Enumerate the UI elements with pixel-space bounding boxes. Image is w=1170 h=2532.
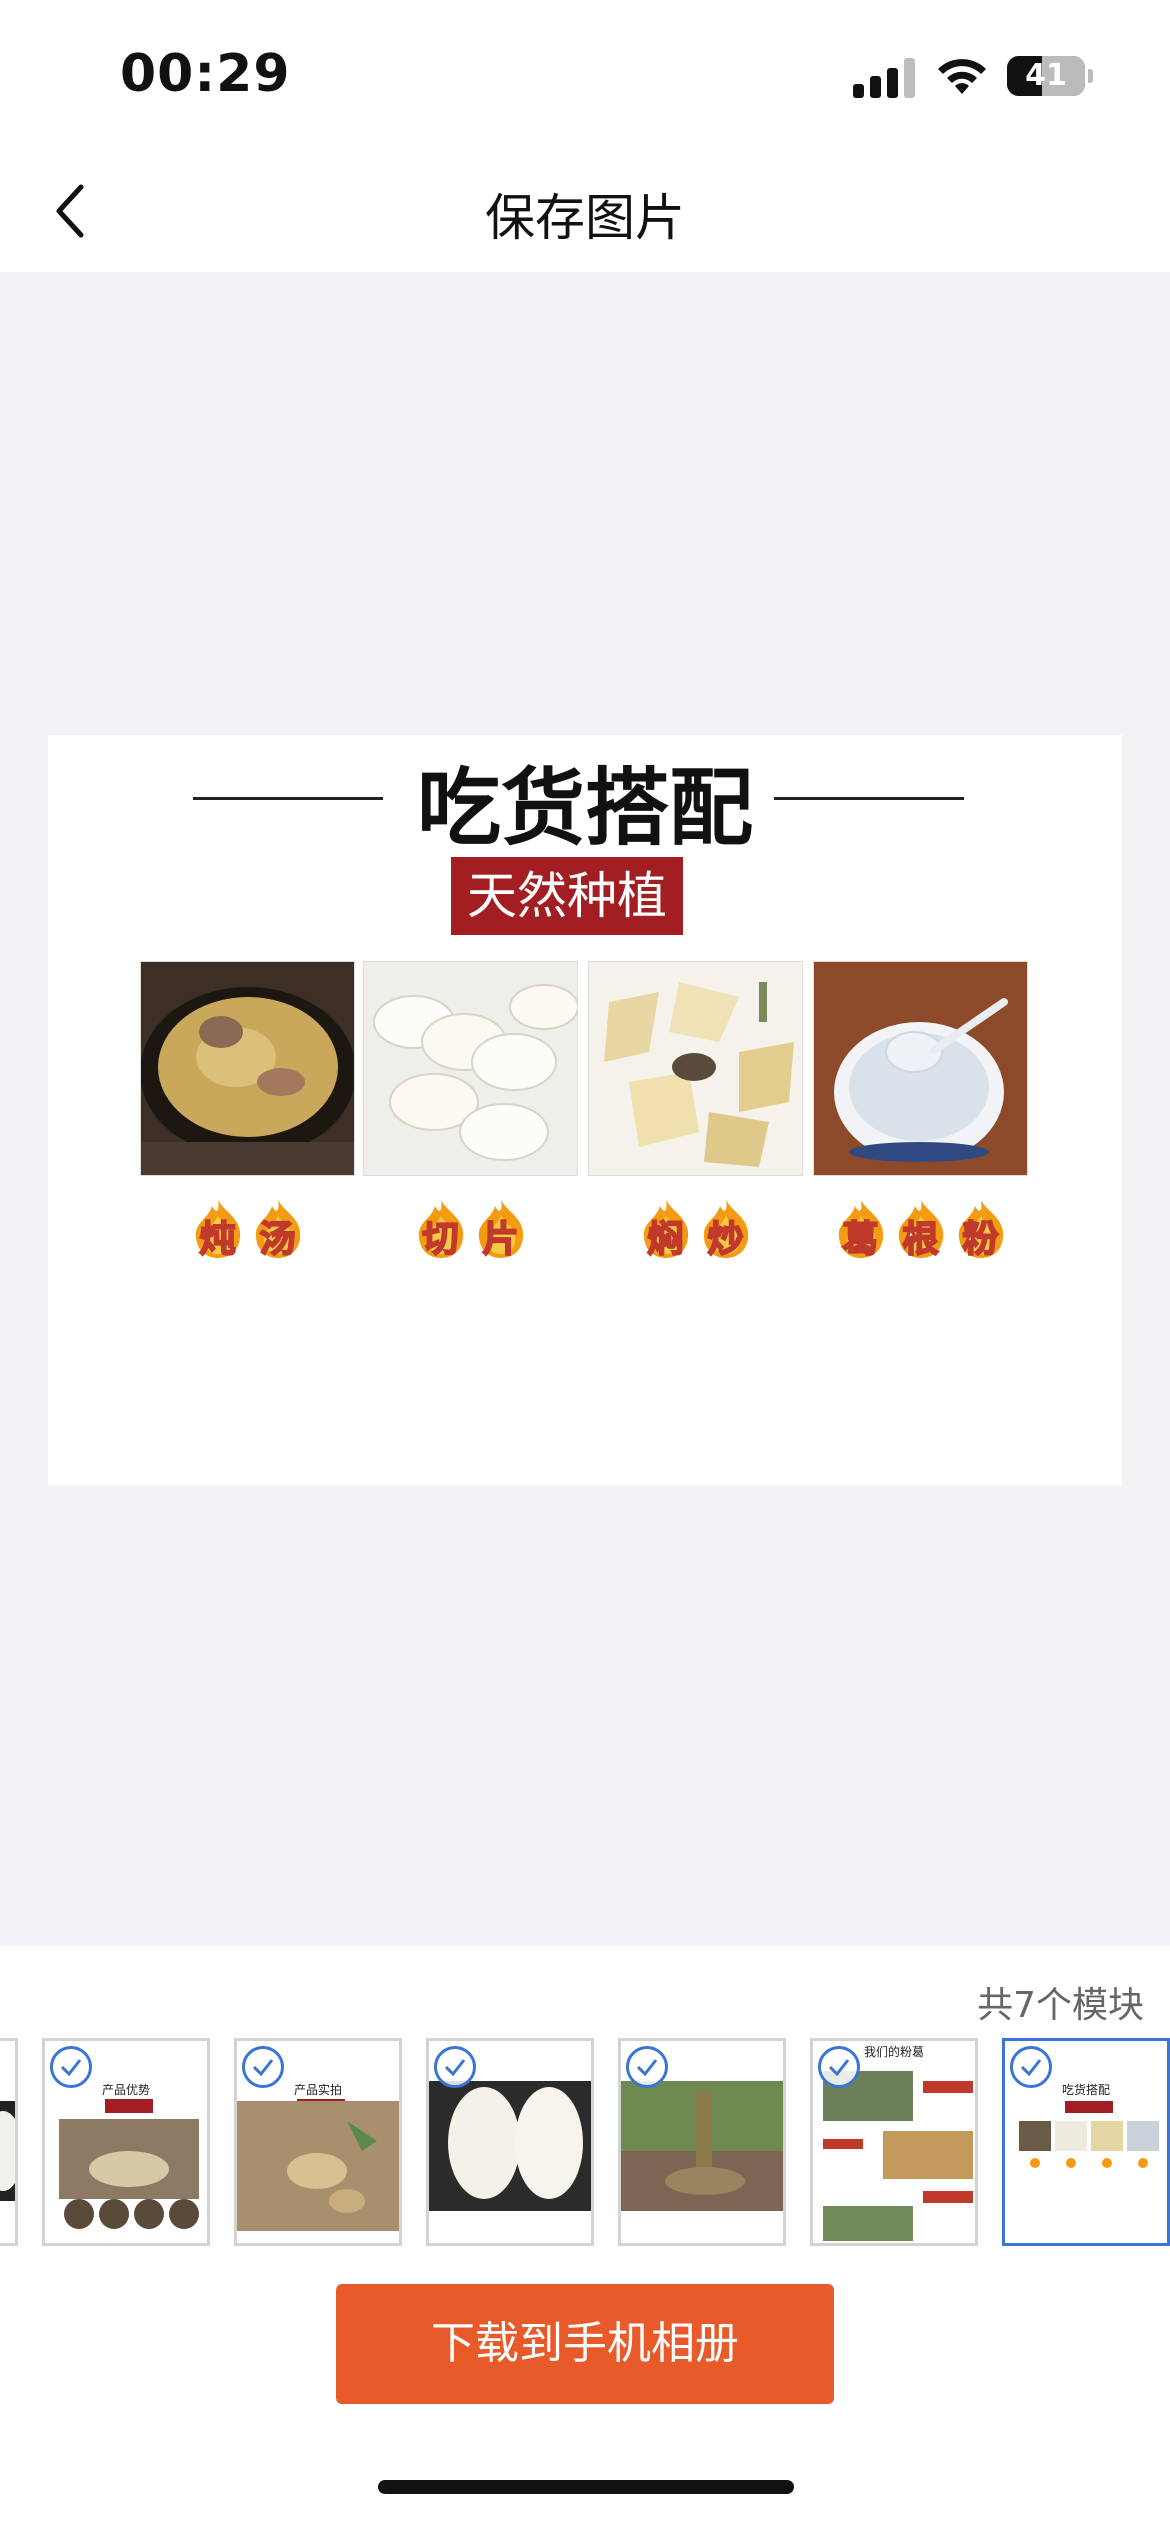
- thumbnail-badge: [105, 2099, 153, 2113]
- label-char: 炒: [706, 1218, 744, 1261]
- nav-bar: 保存图片: [0, 150, 1170, 272]
- label-char: 葛: [841, 1218, 879, 1261]
- food-label: 焖 炒: [588, 1198, 803, 1268]
- flame-icon: 葛: [833, 1198, 889, 1261]
- home-indicator[interactable]: [378, 2480, 794, 2494]
- preview-badge: 天然种植: [451, 857, 683, 935]
- flame-icon: 根: [893, 1198, 949, 1261]
- label-char: 根: [901, 1218, 939, 1261]
- sliced-photo: [363, 961, 578, 1176]
- flame-icon: 炒: [698, 1198, 754, 1261]
- module-thumbnail[interactable]: [618, 2038, 786, 2246]
- flame-icon: 切: [413, 1198, 469, 1261]
- download-to-album-button[interactable]: 下载到手机相册: [336, 2284, 834, 2404]
- check-icon[interactable]: [626, 2046, 668, 2088]
- module-thumbnail[interactable]: 产品优势: [42, 2038, 210, 2246]
- preview-heading: 吃货搭配: [416, 758, 753, 857]
- label-char: 汤: [258, 1218, 296, 1261]
- heading-row: 吃货搭配: [48, 735, 1122, 857]
- stirfry-photo: [588, 961, 803, 1176]
- bottom-panel: 共7个模块 产品优势 产品实拍 我们的粉葛 吃货搭配 下载到手机相册: [0, 1946, 1170, 2532]
- preview-area: 吃货搭配 天然种植 炖 汤 切 片 焖 炒 葛 根 粉: [0, 272, 1170, 1946]
- module-thumbnail[interactable]: [426, 2038, 594, 2246]
- stew-photo: [140, 961, 355, 1176]
- cellular-signal-icon: [853, 56, 915, 98]
- food-label: 葛 根 粉: [813, 1198, 1028, 1268]
- label-char: 片: [481, 1218, 519, 1261]
- module-thumbnail[interactable]: [0, 2038, 18, 2246]
- label-char: 切: [421, 1218, 459, 1261]
- flame-icon: 炖: [190, 1198, 246, 1261]
- flame-icon: 汤: [250, 1198, 306, 1261]
- thumbnail-badge: [1065, 2101, 1113, 2113]
- module-thumbnail[interactable]: 产品实拍: [234, 2038, 402, 2246]
- check-icon[interactable]: [242, 2046, 284, 2088]
- label-char: 粉: [961, 1218, 999, 1261]
- module-thumbnail[interactable]: 我们的粉葛: [810, 2038, 978, 2246]
- label-char: 炖: [198, 1218, 236, 1261]
- check-icon[interactable]: [818, 2046, 860, 2088]
- food-label: 炖 汤: [140, 1198, 355, 1268]
- flame-icon: 粉: [953, 1198, 1009, 1261]
- flame-icon: 片: [473, 1198, 529, 1261]
- status-time: 00:29: [120, 44, 291, 104]
- status-bar: 00:29 41: [0, 0, 1170, 150]
- battery-level: 41: [1025, 58, 1067, 93]
- check-icon[interactable]: [1010, 2046, 1052, 2088]
- food-label: 切 片: [363, 1198, 578, 1268]
- flame-icon: 焖: [638, 1198, 694, 1261]
- preview-image: 吃货搭配 天然种植 炖 汤 切 片 焖 炒 葛 根 粉: [48, 735, 1122, 1485]
- wifi-icon: [938, 59, 986, 94]
- battery-icon: 41: [1007, 56, 1085, 96]
- module-thumbnail-selected[interactable]: 吃货搭配: [1002, 2038, 1170, 2246]
- powder-photo: [813, 961, 1028, 1176]
- check-icon[interactable]: [50, 2046, 92, 2088]
- check-icon[interactable]: [434, 2046, 476, 2088]
- battery-tip: [1088, 69, 1093, 83]
- thumbnail-strip[interactable]: 产品优势 产品实拍 我们的粉葛 吃货搭配: [0, 2038, 1170, 2248]
- divider-line: [774, 797, 964, 800]
- page-title: 保存图片: [485, 189, 685, 247]
- module-count: 共7个模块: [977, 1985, 1144, 2026]
- label-char: 焖: [646, 1218, 684, 1261]
